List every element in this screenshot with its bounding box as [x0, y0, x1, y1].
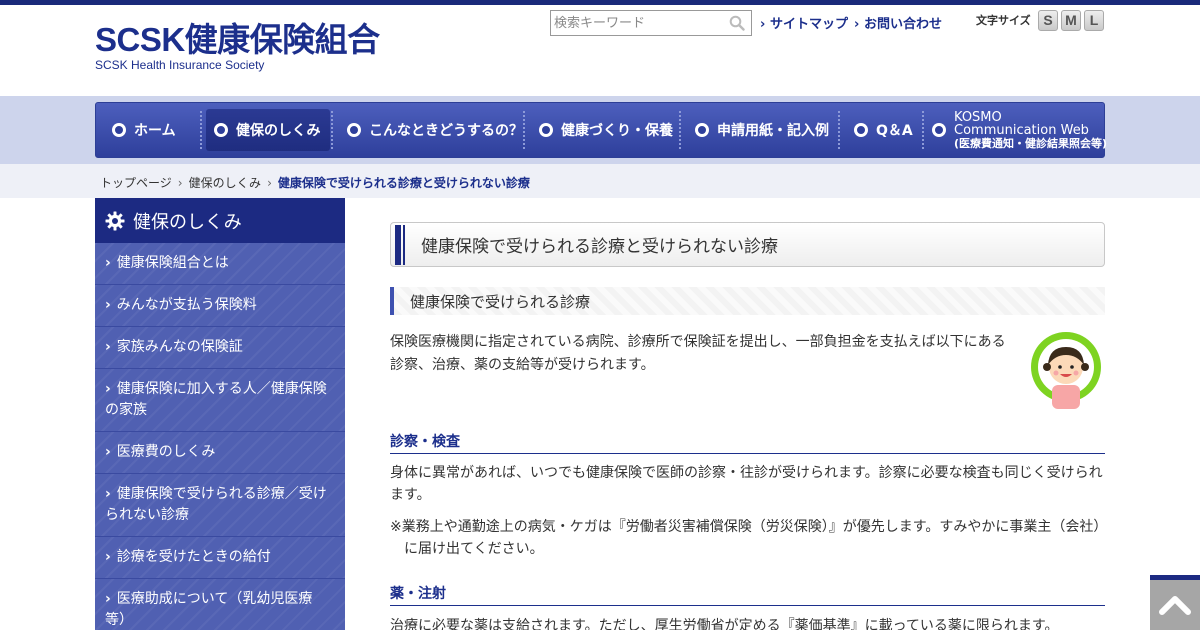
sitemap-link[interactable]: › サイトマップ: [760, 13, 848, 32]
font-size-large-button[interactable]: L: [1084, 10, 1104, 31]
bullet-icon: [854, 123, 868, 137]
main-content: 健康保険で受けられる診療と受けられない診療 健康保険で受けられる診療 保険医療機…: [390, 222, 1105, 630]
sidebar-item[interactable]: › 医療助成について（乳幼児医療 等）: [95, 579, 345, 630]
subsection-heading: 診察・検査: [390, 431, 1105, 454]
nav-item-shinsei-youshi[interactable]: 申請用紙・記入例: [681, 105, 840, 155]
chevron-up-icon: [1159, 596, 1191, 615]
page-title: 健康保険で受けられる診療と受けられない診療: [390, 222, 1105, 267]
breadcrumb-separator: ›: [267, 176, 272, 190]
breadcrumb-kenpo-link[interactable]: 健保のしくみ: [189, 176, 261, 190]
site-logo[interactable]: SCSK健康保険組合 SCSK Health Insurance Society: [95, 21, 380, 73]
nav-item-qa[interactable]: Q＆A: [840, 105, 924, 155]
back-to-top-button[interactable]: [1150, 575, 1200, 630]
nav-item-kenkou-zukuri[interactable]: 健康づくり・保養: [525, 105, 681, 155]
subsection-text: 治療に必要な薬は支給されます。ただし、厚生労働省が定める『薬価基準』に載っている…: [390, 618, 1059, 630]
nav-item-active-bg: 健保のしくみ: [206, 109, 330, 151]
top-accent-bar: [0, 0, 1200, 5]
nav-item-home[interactable]: ホーム: [98, 105, 202, 155]
chevron-right-icon: ›: [105, 297, 111, 313]
font-size-medium-button[interactable]: M: [1061, 10, 1081, 31]
child-illustration-icon: [1031, 332, 1101, 409]
breadcrumb-current: 健康保険で受けられる診療と受けられない診療: [277, 176, 530, 190]
sidebar-item[interactable]: › 診療を受けたときの給付: [95, 537, 345, 579]
subsection-heading: 薬・注射: [390, 583, 1105, 606]
bullet-icon: [112, 123, 126, 137]
chevron-right-icon: ›: [105, 381, 111, 397]
chevron-right-icon: ›: [105, 444, 111, 460]
chevron-right-icon: ›: [105, 549, 111, 565]
sidebar-item[interactable]: › 医療費のしくみ: [95, 432, 345, 474]
logo-subtitle: SCSK Health Insurance Society: [95, 58, 265, 72]
chevron-right-icon: ›: [105, 591, 111, 607]
chevron-right-icon: ›: [105, 339, 111, 355]
chevron-right-icon: ›: [760, 17, 766, 32]
section-heading: 健康保険で受けられる診療: [390, 287, 1105, 315]
nav-item-konna-toki[interactable]: こんなときどうするの？: [333, 105, 525, 155]
sidebar-item[interactable]: › 家族みんなの保険証: [95, 327, 345, 369]
nav-item-kenpo-shikumi[interactable]: 健保のしくみ: [202, 105, 333, 155]
kosmo-label: KOSMO Communication Web (医療費通知・健診結果照会等): [954, 109, 1108, 150]
bullet-icon: [347, 123, 361, 137]
sidebar-item[interactable]: › みんなが支払う保険料: [95, 285, 345, 327]
contact-link[interactable]: › お問い合わせ: [854, 13, 942, 32]
sidebar-menu: › 健康保険組合とは › みんなが支払う保険料 › 家族みんなの保険証 › 健康保険に加…: [95, 243, 345, 630]
font-size-label: 文字サイズ: [976, 14, 1031, 27]
bullet-icon: [932, 123, 946, 137]
sidebar-item[interactable]: › 健康保険組合とは: [95, 243, 345, 285]
font-size-small-button[interactable]: S: [1038, 10, 1058, 31]
sidebar-item-current[interactable]: › 健康保険で受けられる診療／受けられない診療: [95, 474, 345, 537]
sidebar-title: 健保のしくみ: [95, 198, 345, 243]
search-input[interactable]: [551, 11, 721, 35]
nav-item-kosmo[interactable]: KOSMO Communication Web (医療費通知・健診結果照会等): [924, 105, 1107, 155]
subsection-text: 身体に異常があれば、いつでも健康保険で医師の診察・往診が受けられます。診察に必要…: [390, 465, 1103, 503]
breadcrumb: トップページ › 健保のしくみ › 健康保険で受けられる診療と受けられない診療: [100, 174, 530, 191]
logo-title: SCSK健康保険組合: [95, 21, 380, 58]
breadcrumb-separator: ›: [177, 176, 183, 190]
intro-text: 保険医療機関に指定されている病院、診療所で保険証を提出し、一部負担金を支払えば以…: [390, 334, 1006, 373]
subsection-note: ※業務上や通勤途上の病気・ケガは『労働者災害補償保険（労災保険）』が優先します。…: [390, 519, 1101, 557]
global-nav: ホーム 健保のしくみ こんなときどうするの？ 健康づくり・保養 申請用紙・記入例…: [95, 102, 1107, 158]
sidebar-item[interactable]: › 健康保険に加入する人／健康保険の家族: [95, 369, 345, 432]
bullet-icon: [214, 123, 228, 137]
search-icon[interactable]: [729, 15, 745, 31]
breadcrumb-home-link[interactable]: トップページ: [100, 176, 172, 190]
bullet-icon: [695, 123, 709, 137]
chevron-right-icon: ›: [105, 486, 111, 502]
search-box: [550, 10, 752, 36]
bullet-icon: [539, 123, 553, 137]
gear-icon: [105, 211, 125, 230]
chevron-right-icon: ›: [854, 17, 860, 32]
chevron-right-icon: ›: [105, 255, 111, 271]
